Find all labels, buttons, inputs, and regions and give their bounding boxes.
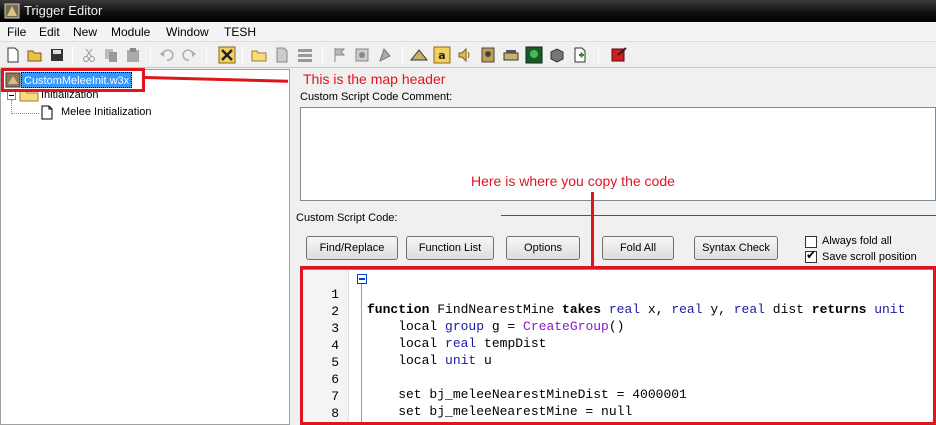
- window-title: Trigger Editor: [24, 3, 103, 18]
- paste-icon[interactable]: [124, 46, 142, 64]
- delete-icon[interactable]: [218, 46, 236, 64]
- sound-icon[interactable]: a: [433, 46, 451, 64]
- trigger-document-icon: [41, 105, 53, 120]
- import-icon[interactable]: [410, 46, 428, 64]
- code-highlight-box: [300, 266, 936, 425]
- ai-icon[interactable]: [479, 46, 497, 64]
- event-icon[interactable]: [330, 46, 348, 64]
- folder-icon[interactable]: [250, 46, 268, 64]
- cut-icon[interactable]: [80, 46, 98, 64]
- new-icon[interactable]: [4, 46, 22, 64]
- menu-module[interactable]: Module: [111, 25, 150, 39]
- test-map-icon[interactable]: [548, 46, 566, 64]
- open-icon[interactable]: [26, 46, 44, 64]
- code-annotation: Here is where you copy the code: [471, 173, 675, 189]
- save-scroll-label: Save scroll position: [822, 251, 917, 263]
- title-bar: Trigger Editor: [0, 0, 936, 22]
- always-fold-checkbox[interactable]: [805, 236, 817, 248]
- trigger-editor-window: Trigger Editor File Edit New Module Wind…: [0, 0, 936, 425]
- syntax-check-button[interactable]: Syntax Check: [694, 236, 778, 260]
- code-pointer-line: [591, 192, 594, 268]
- fold-all-button[interactable]: Fold All: [602, 236, 674, 260]
- save-icon[interactable]: [48, 46, 66, 64]
- menu-new[interactable]: New: [73, 25, 97, 39]
- menu-tesh[interactable]: TESH: [224, 25, 256, 39]
- stop-icon[interactable]: [610, 46, 628, 64]
- always-fold-label: Always fold all: [822, 235, 892, 247]
- menu-edit[interactable]: Edit: [39, 25, 60, 39]
- menu-window[interactable]: Window: [166, 25, 209, 39]
- undo-icon[interactable]: [158, 46, 176, 64]
- close-icon[interactable]: [571, 46, 589, 64]
- header-highlight-box: [1, 68, 145, 92]
- collapse-icon[interactable]: [7, 91, 16, 100]
- unit-icon[interactable]: [525, 46, 543, 64]
- menu-bar: File Edit New Module Window TESH: [0, 22, 936, 42]
- code-label: Custom Script Code:: [296, 212, 398, 224]
- comment-label: Custom Script Code Comment:: [300, 91, 453, 103]
- toolbar: a: [0, 43, 936, 68]
- copy-icon[interactable]: [102, 46, 120, 64]
- trigger-icon[interactable]: [273, 46, 291, 64]
- find-replace-button[interactable]: Find/Replace: [306, 236, 398, 260]
- condition-icon[interactable]: [353, 46, 371, 64]
- options-button[interactable]: Options: [506, 236, 580, 260]
- trigger-editor-icon: [4, 3, 20, 19]
- menu-file[interactable]: File: [7, 25, 26, 39]
- object-icon[interactable]: [456, 46, 474, 64]
- function-list-button[interactable]: Function List: [406, 236, 494, 260]
- checkmark-icon: ✔: [806, 248, 817, 262]
- svg-text:a: a: [438, 49, 445, 62]
- terrain-icon[interactable]: [502, 46, 520, 64]
- comment-icon[interactable]: [296, 46, 314, 64]
- redo-icon[interactable]: [180, 46, 198, 64]
- header-annotation: This is the map header: [303, 71, 446, 87]
- save-scroll-checkbox[interactable]: ✔: [805, 248, 817, 263]
- tree-trigger-label[interactable]: Melee Initialization: [61, 106, 152, 118]
- action-icon[interactable]: [376, 46, 394, 64]
- trigger-tree: CustomMeleeInit.w3x Initialization Melee…: [0, 69, 290, 425]
